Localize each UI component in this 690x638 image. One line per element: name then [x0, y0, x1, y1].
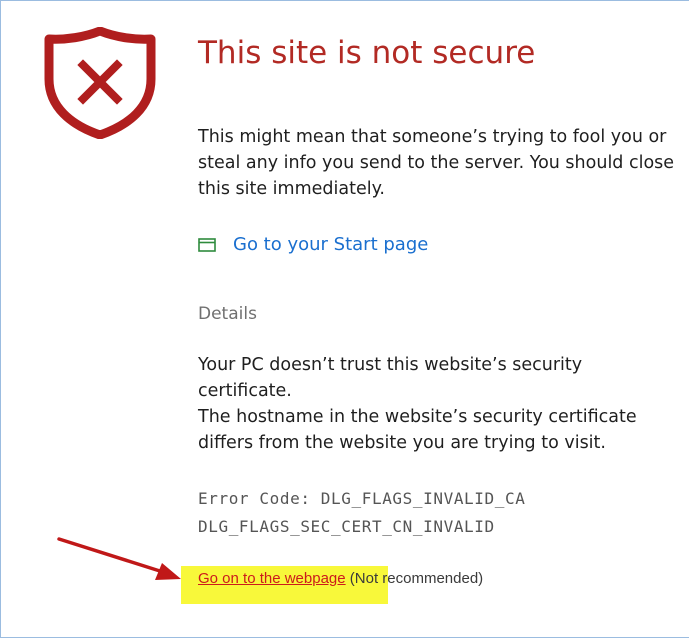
- error-code-line-2: DLG_FLAGS_SEC_CERT_CN_INVALID: [198, 517, 495, 536]
- error-code-line-1: Error Code: DLG_FLAGS_INVALID_CA: [198, 489, 526, 508]
- page-title: This site is not secure: [198, 35, 536, 71]
- warning-text: This might mean that someone’s trying to…: [198, 127, 675, 199]
- start-page-link[interactable]: Go to your Start page: [198, 234, 428, 255]
- error-page: This site is not secure This might mean …: [0, 0, 689, 638]
- details-line-2: The hostname in the website’s security c…: [198, 407, 637, 453]
- not-recommended-note: (Not recommended): [345, 570, 484, 587]
- go-on-to-webpage-link[interactable]: Go on to the webpage: [198, 570, 346, 587]
- details-line-1: Your PC doesn’t trust this website’s sec…: [198, 355, 583, 401]
- start-page-link-label: Go to your Start page: [233, 234, 429, 255]
- error-code: Error Code: DLG_FLAGS_INVALID_CA DLG_FLA…: [198, 485, 525, 541]
- window-icon: [198, 237, 216, 252]
- shield-x-icon: [44, 27, 156, 139]
- details-text: Your PC doesn’t trust this website’s sec…: [198, 352, 668, 456]
- continue-row: Go on to the webpage (Not recommended): [198, 570, 483, 587]
- red-arrow-icon: [57, 537, 181, 580]
- details-heading: Details: [198, 304, 257, 324]
